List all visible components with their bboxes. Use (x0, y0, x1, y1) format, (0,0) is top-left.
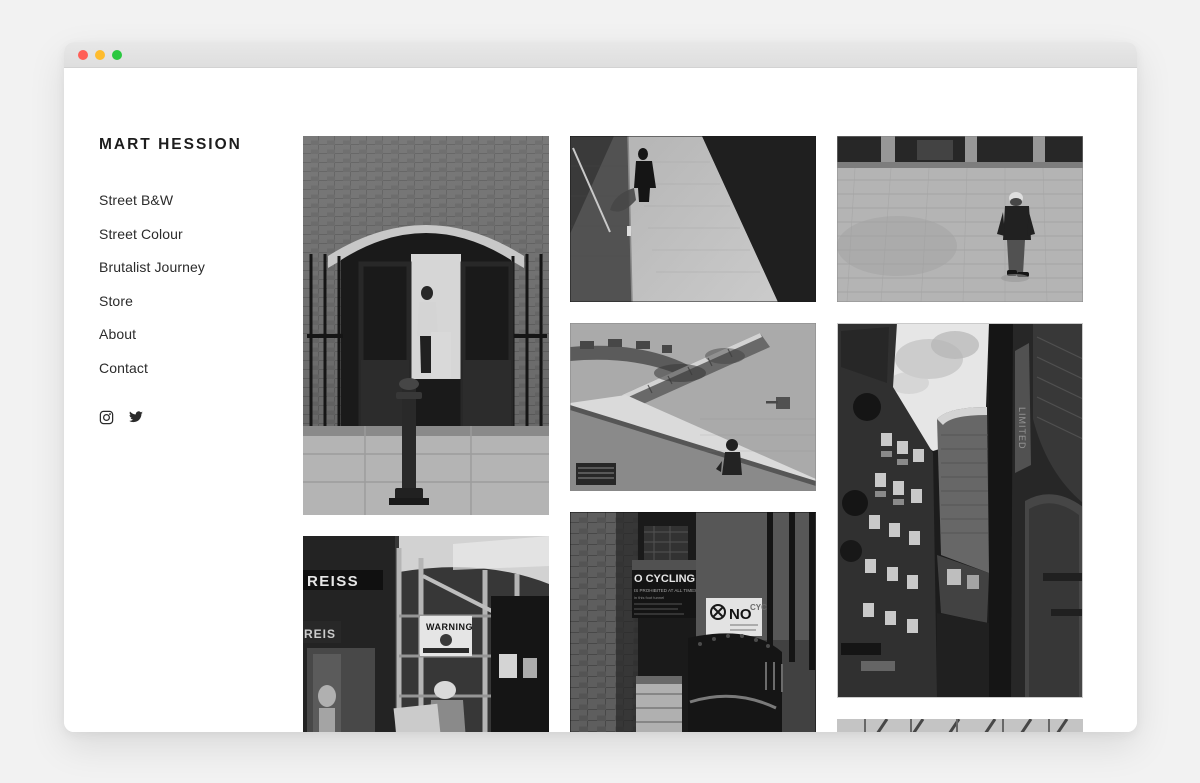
photo-brick-archway-image (303, 136, 549, 515)
svg-text:NO: NO (729, 606, 752, 623)
photo-gallery: REISS REIS WARNING O CYCLING IS PROHIBIT… (303, 136, 1137, 732)
close-button[interactable] (78, 49, 88, 60)
photo-reiss-storefront-image: REISS REIS WARNING (303, 536, 549, 732)
browser-window: MART HESSION Street B&W Street Colour Br… (64, 42, 1137, 732)
site-layout: MART HESSION Street B&W Street Colour Br… (64, 68, 1137, 732)
svg-text:O CYCLING: O CYCLING (634, 573, 695, 585)
browser-titlebar (64, 42, 1137, 68)
gallery-column-3: LIMITED (837, 136, 1083, 732)
photo-glass-facade-image (837, 719, 1083, 732)
gallery-column-1: REISS REIS WARNING (303, 136, 549, 732)
photo-brick-archway[interactable] (303, 136, 549, 515)
page-viewport: MART HESSION Street B&W Street Colour Br… (64, 68, 1137, 732)
photo-reiss-storefront[interactable]: REISS REIS WARNING (303, 536, 549, 732)
instagram-icon (99, 410, 114, 424)
gallery-column-2: O CYCLING IS PROHIBITED AT ALL TIMES in … (570, 136, 816, 732)
sidebar: MART HESSION Street B&W Street Colour Br… (99, 136, 303, 732)
svg-text:WARNING: WARNING (426, 622, 473, 632)
sidebar-item-about[interactable]: About (99, 326, 303, 342)
svg-text:IS PROHIBITED AT ALL TIMES: IS PROHIBITED AT ALL TIMES (634, 588, 697, 593)
sidebar-item-street-colour[interactable]: Street Colour (99, 226, 303, 242)
photo-alley-skyscraper[interactable]: LIMITED (837, 323, 1083, 698)
photo-man-on-plaza-image (837, 136, 1083, 302)
instagram-link[interactable] (99, 410, 114, 425)
photo-no-cycling-tunnel-image: O CYCLING IS PROHIBITED AT ALL TIMES in … (570, 512, 816, 732)
sidebar-item-street-bw[interactable]: Street B&W (99, 192, 303, 208)
photo-lone-walker-shadow-image (570, 136, 816, 302)
page-title: MART HESSION (99, 136, 242, 153)
svg-text:in this foot tunnel: in this foot tunnel (634, 595, 664, 600)
svg-text:REIS: REIS (304, 627, 336, 641)
photo-glass-facade[interactable] (837, 719, 1083, 732)
svg-text:REISS: REISS (307, 573, 359, 590)
photo-man-on-plaza[interactable] (837, 136, 1083, 302)
sidebar-item-contact[interactable]: Contact (99, 360, 303, 376)
sidebar-item-store[interactable]: Store (99, 293, 303, 309)
main-navigation: Street B&W Street Colour Brutalist Journ… (99, 192, 303, 376)
social-links (99, 410, 303, 425)
maximize-button[interactable] (112, 49, 122, 60)
photo-lone-walker-shadow[interactable] (570, 136, 816, 302)
svg-text:LIMITED: LIMITED (1017, 407, 1027, 450)
photo-brutalist-stairs-image (570, 323, 816, 491)
photo-alley-skyscraper-image: LIMITED (837, 323, 1083, 698)
twitter-icon (129, 410, 143, 422)
photo-brutalist-stairs[interactable] (570, 323, 816, 491)
sidebar-item-brutalist-journey[interactable]: Brutalist Journey (99, 259, 303, 275)
svg-text:CYC: CYC (750, 603, 767, 612)
minimize-button[interactable] (95, 49, 105, 60)
twitter-link[interactable] (128, 410, 144, 425)
photo-no-cycling-tunnel[interactable]: O CYCLING IS PROHIBITED AT ALL TIMES in … (570, 512, 816, 732)
